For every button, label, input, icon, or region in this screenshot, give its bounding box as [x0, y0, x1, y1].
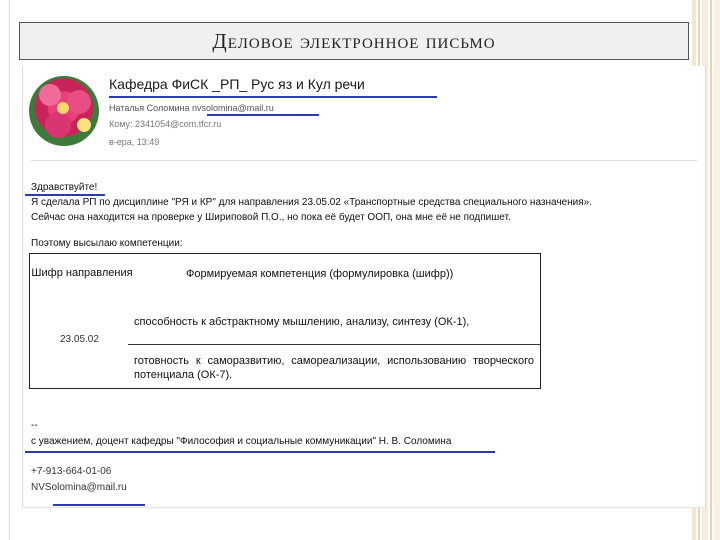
email-from: Наталья Соломина nvsolomina@mail.ru — [109, 103, 274, 113]
competence-table: Шифр направления Формируемая компетенция… — [29, 253, 541, 389]
sender-avatar — [29, 76, 99, 146]
body-line-3: Поэтому высылаю компетенции: — [31, 238, 183, 249]
signature: с уважением, доцент кафедры "Философия и… — [31, 436, 452, 447]
email-date: в-ера, 13:49 — [109, 137, 160, 147]
underline-greeting — [25, 194, 105, 196]
signature-phone: +7-913-664-01-06 — [31, 466, 112, 477]
sender-name: Наталья Соломина — [109, 103, 190, 113]
sender-email[interactable]: nvsolomina@mail.ru — [192, 103, 274, 113]
signature-dash: -- — [31, 420, 38, 431]
table-header-code: Шифр направления — [31, 267, 133, 279]
underline-sender-email — [207, 114, 319, 116]
competence-ok1: способность к абстрактному мышлению, ана… — [134, 316, 470, 328]
table-row-separator — [128, 344, 540, 345]
email-subject[interactable]: Кафедра ФиСК _РП_ Рус яз и Кул речи — [109, 76, 365, 92]
underline-subject — [109, 96, 437, 98]
greeting: Здравствуйте! — [31, 182, 98, 193]
underline-signature — [25, 451, 495, 453]
body-line-2: Сейчас она находится на проверке у Ширип… — [31, 212, 511, 223]
slide-title-box: Деловое электронное письмо — [19, 22, 689, 60]
email-screenshot: Кафедра ФиСК _РП_ Рус яз и Кул речи Ната… — [22, 66, 706, 508]
slide-title: Деловое электронное письмо — [212, 28, 496, 53]
header-divider — [31, 160, 697, 161]
left-border-line — [9, 0, 10, 540]
email-to: Кому: 2341054@com.tfcr.ru — [109, 119, 222, 129]
competence-ok7: готовность к саморазвитию, самореализаци… — [134, 355, 534, 381]
body-line-1: Я сделала РП по дисциплине "РЯ и КР" для… — [31, 197, 592, 208]
table-header-competence: Формируемая компетенция (формулировка (ш… — [186, 268, 454, 280]
direction-code: 23.05.02 — [60, 334, 99, 345]
signature-email[interactable]: NVSolomina@mail.ru — [31, 482, 127, 493]
underline-contact — [53, 504, 145, 506]
